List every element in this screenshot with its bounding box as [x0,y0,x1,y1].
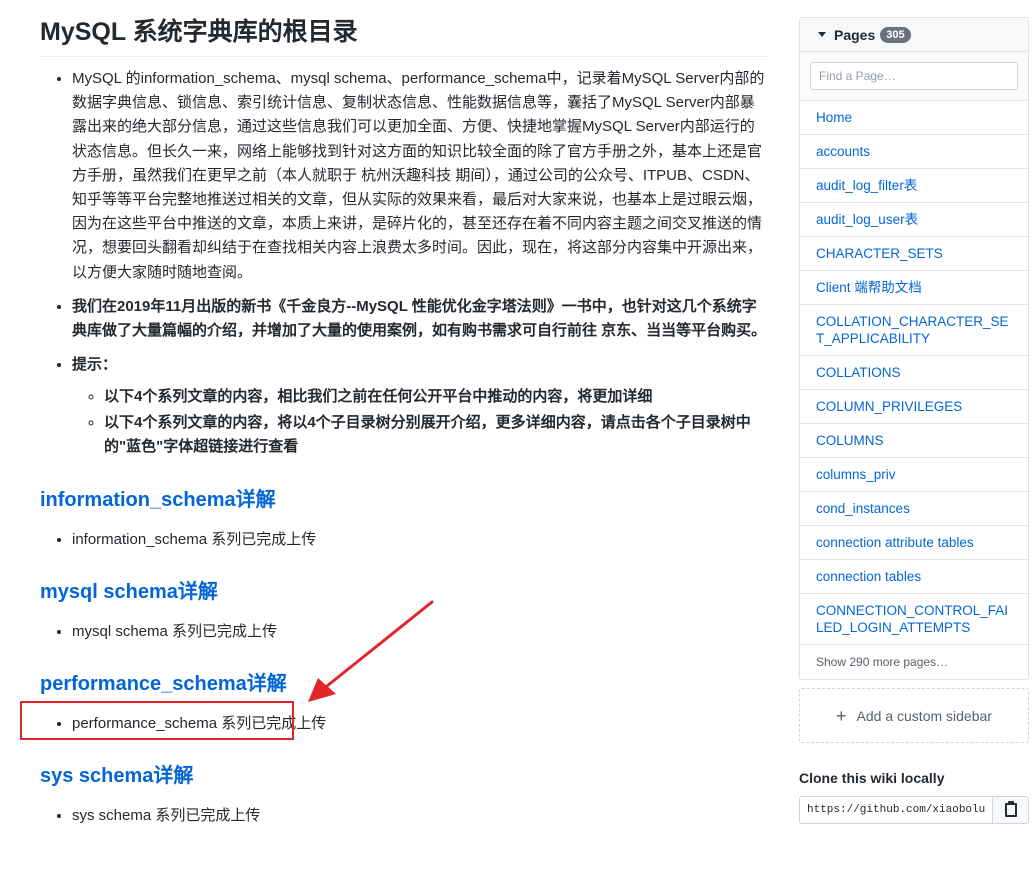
highlight-box [20,701,294,740]
tip-list: 以下4个系列文章的内容，相比我们之前在任何公开平台中推动的内容，将更加详细 以下… [104,385,768,459]
clone-url-box [799,796,1029,824]
section-item-sys-schema: sys schema 系列已完成上传 [72,805,768,827]
page-link[interactable]: Client 端帮助文档 [800,271,1028,305]
tip-item: 提示： 以下4个系列文章的内容，相比我们之前在任何公开平台中推动的内容，将更加详… [72,353,768,459]
intro-paragraph: MySQL 的information_schema、mysql schema、p… [72,67,768,285]
section-information-schema: information_schema详解 information_schema … [40,487,768,551]
page-link[interactable]: COLLATIONS [800,356,1028,390]
page-link[interactable]: connection attribute tables [800,526,1028,560]
section-item-information-schema: information_schema 系列已完成上传 [72,529,768,551]
page-link[interactable]: cond_instances [800,492,1028,526]
add-custom-sidebar-label: Add a custom sidebar [856,707,992,724]
page-link[interactable]: Home [800,101,1028,135]
show-more-pages-link[interactable]: Show 290 more pages… [800,645,1028,679]
section-sys-schema: sys schema详解 sys schema 系列已完成上传 [40,763,768,827]
page-link[interactable]: COLUMNS [800,424,1028,458]
plus-icon: + [836,705,847,726]
page-link[interactable]: CHARACTER_SETS [800,237,1028,271]
annotation-arrow-icon [308,600,434,702]
pages-sidebar: Pages 305 Home accounts audit_log_filter… [799,17,1029,680]
page-link[interactable]: audit_log_filter表 [800,169,1028,203]
clone-title: Clone this wiki locally [799,770,945,786]
filter-wrapper [800,52,1028,101]
copy-button[interactable] [992,796,1029,824]
clipboard-icon [1004,801,1017,817]
section-heading-information-schema[interactable]: information_schema详解 [40,487,768,513]
page-link[interactable]: columns_priv [800,458,1028,492]
page-list: Home accounts audit_log_filter表 audit_lo… [800,101,1028,645]
intro-list: MySQL 的information_schema、mysql schema、p… [72,67,768,459]
pages-counter: 305 [880,26,911,43]
caret-down-icon[interactable] [818,32,826,37]
pages-header[interactable]: Pages 305 [800,18,1028,52]
page-title: MySQL 系统字典库的根目录 [40,0,768,57]
pages-label: Pages [834,26,876,43]
page-link[interactable]: COLUMN_PRIVILEGES [800,390,1028,424]
page-link[interactable]: audit_log_user表 [800,203,1028,237]
find-page-input[interactable] [810,62,1018,90]
section-heading-sys-schema[interactable]: sys schema详解 [40,763,768,789]
book-note: 我们在2019年11月出版的新书《千金良方--MySQL 性能优化金字塔法则》一… [72,295,768,343]
clone-url-input[interactable] [799,796,992,824]
page-link[interactable]: connection tables [800,560,1028,594]
add-custom-sidebar-button[interactable]: + Add a custom sidebar [799,688,1029,743]
page-link[interactable]: CONNECTION_CONTROL_FAILED_LOGIN_ATTEMPTS [800,594,1028,645]
tip-item-1: 以下4个系列文章的内容，相比我们之前在任何公开平台中推动的内容，将更加详细 [104,385,768,409]
page-link[interactable]: COLLATION_CHARACTER_SET_APPLICABILITY [800,305,1028,356]
tip-label: 提示： [72,356,118,374]
tip-item-2: 以下4个系列文章的内容，将以4个子目录树分别展开介绍，更多详细内容，请点击各个子… [104,411,768,459]
page-link[interactable]: accounts [800,135,1028,169]
